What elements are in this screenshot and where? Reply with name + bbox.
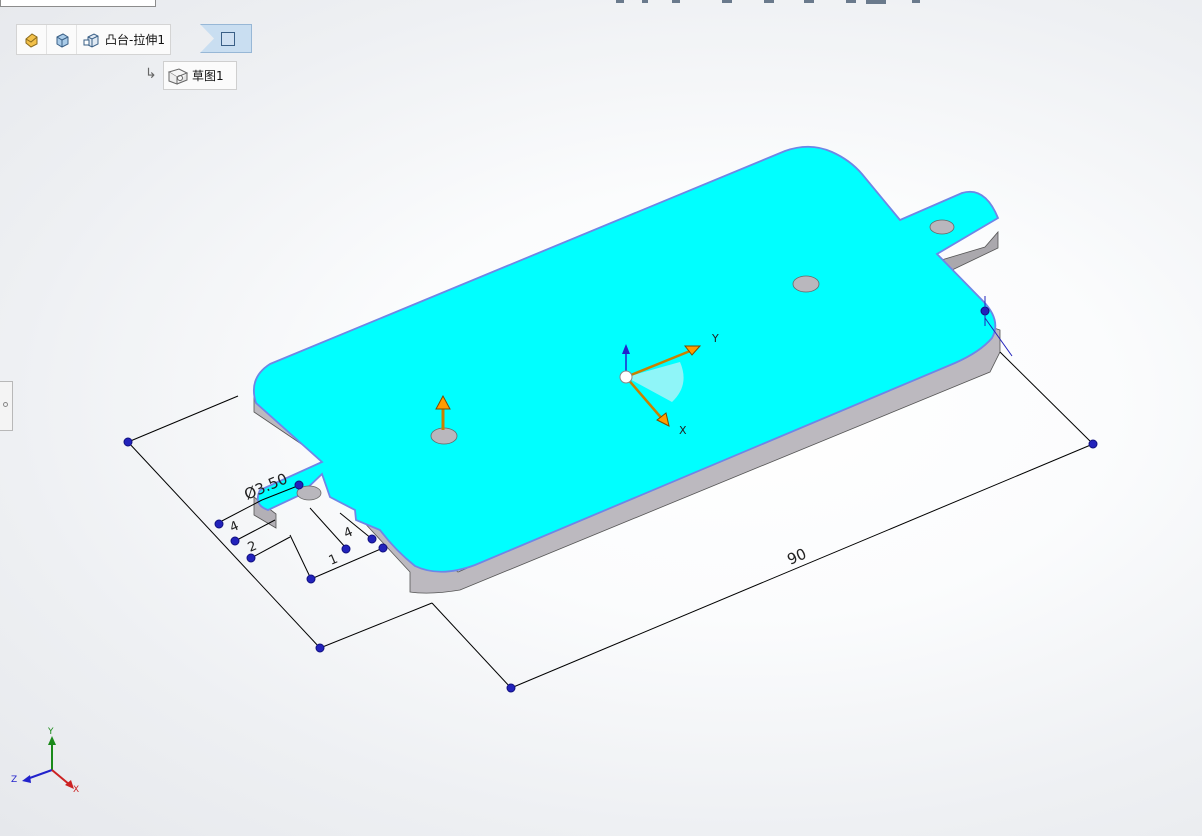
graphics-area[interactable]: Y X 90 Ø3.50 4 2 4 1 Y Z X <box>0 0 1202 836</box>
triad-y-label: Y <box>711 332 719 345</box>
dim-d[interactable]: 1 <box>327 552 340 569</box>
heads-up-toolbar[interactable] <box>616 0 920 4</box>
dim-c[interactable]: 4 <box>342 525 355 542</box>
ref-z-label: Z <box>11 775 17 785</box>
ref-x-label: X <box>73 785 79 795</box>
dim-b[interactable]: 2 <box>246 539 259 556</box>
ref-y-label: Y <box>47 727 54 737</box>
hole-center-left[interactable] <box>430 427 458 445</box>
hole-tab-right[interactable] <box>929 219 955 235</box>
reference-triad: Y Z X <box>11 727 79 795</box>
triad-x-label: X <box>679 424 687 437</box>
hole-right[interactable] <box>792 275 820 293</box>
triad-origin[interactable] <box>619 370 633 384</box>
dim-a[interactable]: 4 <box>228 519 241 536</box>
